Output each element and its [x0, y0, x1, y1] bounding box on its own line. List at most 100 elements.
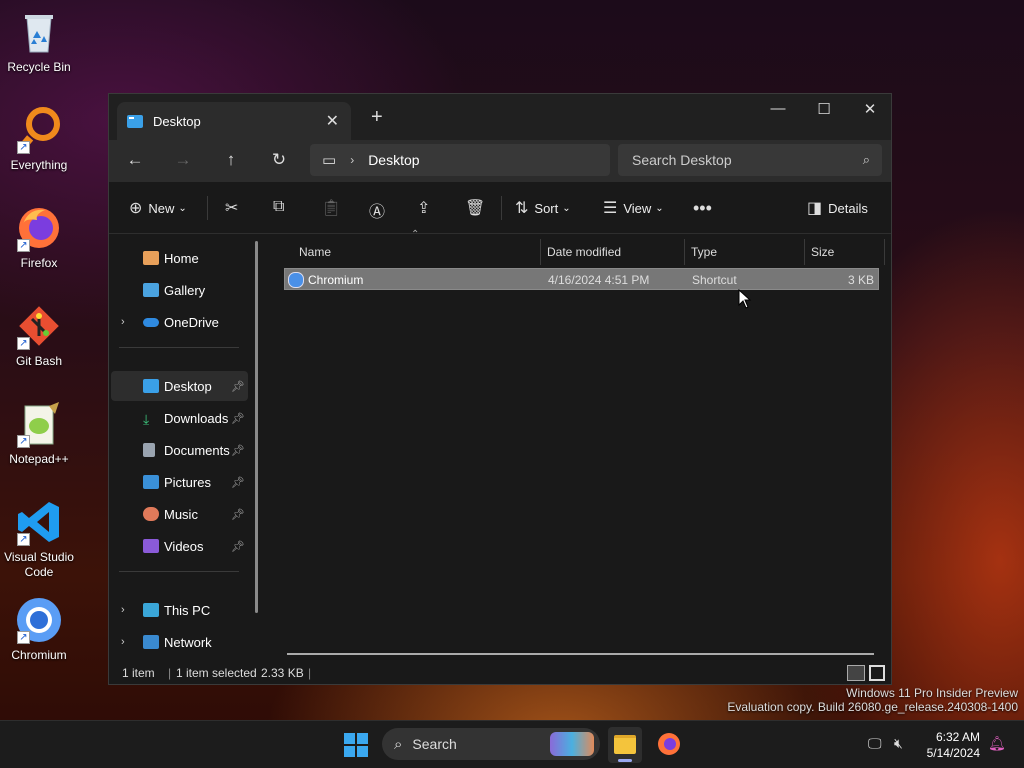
- pin-icon[interactable]: 📌︎: [231, 412, 245, 425]
- sidebar-scrollbar[interactable]: [255, 241, 258, 613]
- evaluation-watermark: Windows 11 Pro Insider Preview Evaluatio…: [727, 686, 1018, 714]
- recycle-bin-icon: [15, 8, 63, 56]
- desktop-icon-git-bash[interactable]: ↗ Git Bash: [0, 302, 78, 369]
- delete-button[interactable]: 🗑︎: [465, 198, 491, 218]
- tab-desktop[interactable]: Desktop ✕: [117, 102, 351, 140]
- breadcrumb-desktop[interactable]: Desktop: [368, 152, 419, 168]
- file-name: Chromium: [308, 273, 364, 287]
- chevron-down-icon: ⌄: [178, 202, 187, 214]
- pin-icon[interactable]: 📌︎: [231, 476, 245, 489]
- details-view-icon[interactable]: [847, 665, 865, 681]
- desktop-icon-chromium[interactable]: ↗ Chromium: [0, 596, 78, 663]
- desktop-icon-vscode[interactable]: ↗ Visual Studio Code: [0, 498, 78, 580]
- close-tab-icon[interactable]: ✕: [326, 111, 339, 131]
- more-options-button[interactable]: •••: [693, 198, 718, 219]
- breadcrumb-chevron-icon: ›: [350, 153, 355, 167]
- sidebar-item-network[interactable]: › Network: [111, 627, 248, 657]
- rename-button[interactable]: Ⓐ: [369, 198, 391, 222]
- shortcut-arrow-icon: ↗: [17, 533, 30, 546]
- pictures-icon: [143, 475, 159, 489]
- active-app-indicator: [618, 759, 632, 762]
- address-bar[interactable]: ▭ › Desktop: [310, 144, 610, 176]
- taskbar-firefox[interactable]: [656, 731, 682, 757]
- sidebar-item-downloads[interactable]: ⤓ Downloads 📌︎: [111, 403, 248, 433]
- notification-bell-icon[interactable]: 🔔︎: [988, 735, 1006, 752]
- search-input[interactable]: Search Desktop ⌕: [618, 144, 882, 176]
- firefox-icon: [658, 733, 680, 755]
- desktop-icon-label: Firefox: [20, 256, 58, 270]
- sidebar-item-this-pc[interactable]: › This PC: [111, 595, 248, 625]
- tiles-view-icon[interactable]: [869, 665, 885, 681]
- column-divider[interactable]: [540, 239, 541, 265]
- pin-icon[interactable]: 📌︎: [231, 508, 245, 521]
- desktop-icon-recycle-bin[interactable]: Recycle Bin: [0, 8, 78, 75]
- minimize-icon[interactable]: —: [763, 100, 793, 117]
- speaker-muted-icon[interactable]: 🔇︎: [894, 735, 903, 752]
- paste-button[interactable]: 📋︎: [321, 198, 347, 218]
- column-divider[interactable]: [684, 239, 685, 265]
- sidebar-label: Documents: [164, 442, 230, 458]
- details-pane-button[interactable]: ◨ Details: [807, 198, 868, 218]
- view-button[interactable]: ☰ View ⌄: [603, 198, 664, 218]
- sidebar-item-documents[interactable]: Documents 📌︎: [111, 435, 248, 465]
- column-header-name[interactable]: Name: [299, 239, 331, 265]
- more-dots-icon: •••: [693, 198, 712, 218]
- desktop-icon-firefox[interactable]: ↗ Firefox: [0, 204, 78, 271]
- taskbar-search[interactable]: ⌕ Search: [382, 728, 600, 760]
- navigation-bar: ← → ↑ ↻ ▭ › Desktop Search Desktop ⌕: [109, 140, 891, 182]
- sidebar-item-videos[interactable]: Videos 📌︎: [111, 531, 248, 561]
- up-arrow-icon[interactable]: ↑: [219, 150, 243, 170]
- folder-icon: [614, 735, 636, 754]
- file-row[interactable]: Chromium 4/16/2024 4:51 PM Shortcut 3 KB: [284, 268, 879, 290]
- git-bash-icon: ↗: [15, 302, 63, 350]
- pin-icon[interactable]: 📌︎: [231, 444, 245, 457]
- desktop-icon-label: Recycle Bin: [7, 60, 71, 74]
- monitor-icon: ▭: [322, 152, 337, 169]
- expand-chevron-icon[interactable]: ›: [121, 636, 125, 648]
- column-header-type[interactable]: Type: [691, 239, 717, 265]
- sidebar-item-onedrive[interactable]: › OneDrive: [111, 307, 248, 337]
- column-divider[interactable]: [884, 239, 885, 265]
- expand-chevron-icon[interactable]: ›: [121, 316, 125, 328]
- notepad-plus-plus-icon: ↗: [15, 400, 63, 448]
- taskbar-search-label: Search: [412, 736, 457, 752]
- column-divider[interactable]: [804, 239, 805, 265]
- forward-arrow-icon[interactable]: →: [171, 150, 195, 170]
- search-placeholder: Search Desktop: [632, 152, 732, 168]
- sidebar-item-gallery[interactable]: Gallery: [111, 275, 248, 305]
- start-button[interactable]: [344, 733, 368, 757]
- share-button[interactable]: ⇪: [417, 198, 436, 218]
- sidebar-label: Desktop: [164, 378, 212, 394]
- maximize-icon[interactable]: ☐: [809, 100, 839, 118]
- search-highlight-icon: [550, 732, 594, 756]
- horizontal-scrollbar[interactable]: [287, 653, 874, 655]
- expand-chevron-icon[interactable]: ›: [121, 604, 125, 616]
- copy-icon: ⧉: [273, 198, 285, 215]
- sidebar-item-desktop[interactable]: Desktop 📌︎: [111, 371, 248, 401]
- desktop-icon-label: Visual Studio Code: [4, 550, 74, 579]
- details-label: Details: [828, 200, 868, 216]
- cut-button[interactable]: ✂: [225, 198, 244, 218]
- refresh-icon[interactable]: ↻: [267, 150, 291, 170]
- close-window-icon[interactable]: ✕: [855, 100, 885, 118]
- system-clock[interactable]: 6:32 AM 5/14/2024: [927, 729, 980, 761]
- sidebar-item-music[interactable]: Music 📌︎: [111, 499, 248, 529]
- copy-button[interactable]: ⧉: [273, 198, 290, 216]
- desktop-icon-everything[interactable]: ↗ Everything: [0, 106, 78, 173]
- sidebar-item-home[interactable]: Home: [111, 243, 248, 273]
- taskbar-file-explorer[interactable]: [608, 727, 642, 763]
- desktop-icon-notepad-plus-plus[interactable]: ↗ Notepad++: [0, 400, 78, 467]
- sidebar-item-pictures[interactable]: Pictures 📌︎: [111, 467, 248, 497]
- network-status-icon[interactable]: 🖵︎: [868, 735, 882, 752]
- status-divider: |: [308, 666, 312, 680]
- sort-button[interactable]: ⇅ Sort ⌄: [515, 198, 571, 218]
- column-header-size[interactable]: Size: [811, 239, 834, 265]
- pin-icon[interactable]: 📌︎: [231, 380, 245, 393]
- back-arrow-icon[interactable]: ←: [123, 150, 147, 170]
- new-button[interactable]: ⊕ New ⌄: [129, 198, 187, 218]
- new-tab-icon[interactable]: +: [371, 106, 383, 129]
- column-header-date[interactable]: Date modified: [547, 239, 621, 265]
- pin-icon[interactable]: 📌︎: [231, 540, 245, 553]
- new-label: New: [148, 200, 175, 216]
- status-divider: |: [168, 666, 172, 680]
